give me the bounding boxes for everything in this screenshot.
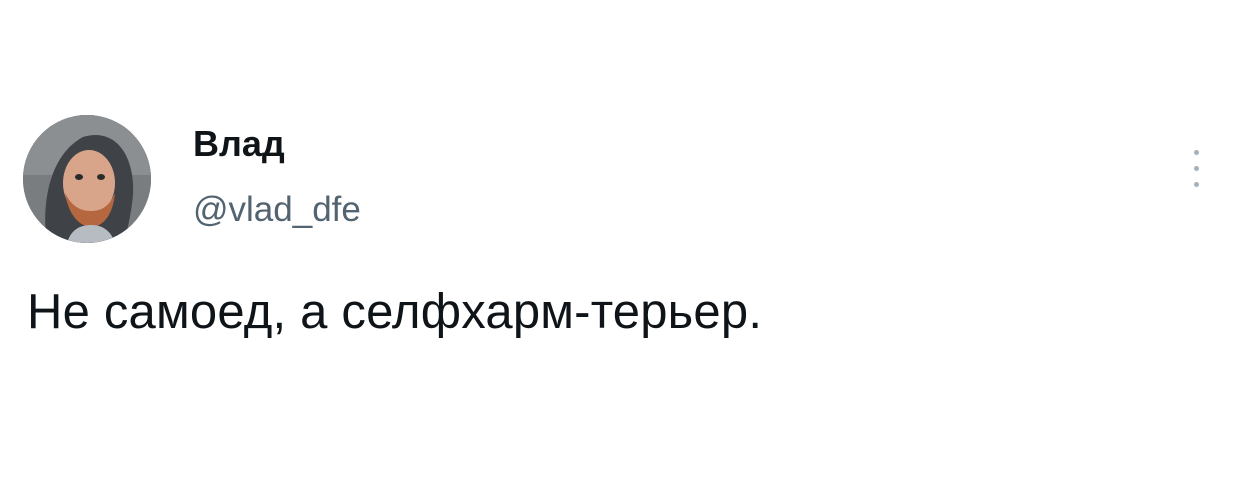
more-vertical-icon — [1194, 166, 1199, 171]
more-vertical-icon — [1194, 182, 1199, 187]
more-options-button[interactable] — [1182, 140, 1212, 200]
avatar[interactable] — [23, 115, 151, 243]
tweet-text: Не самоед, а селфхарм-терьер. — [27, 285, 763, 339]
more-vertical-icon — [1194, 150, 1199, 155]
avatar-image — [23, 115, 151, 243]
tweet-card: Влад @vlad_dfe Не самоед, а селфхарм-тер… — [0, 0, 1251, 483]
author-handle[interactable]: @vlad_dfe — [193, 188, 361, 232]
author-display-name[interactable]: Влад — [193, 122, 285, 166]
